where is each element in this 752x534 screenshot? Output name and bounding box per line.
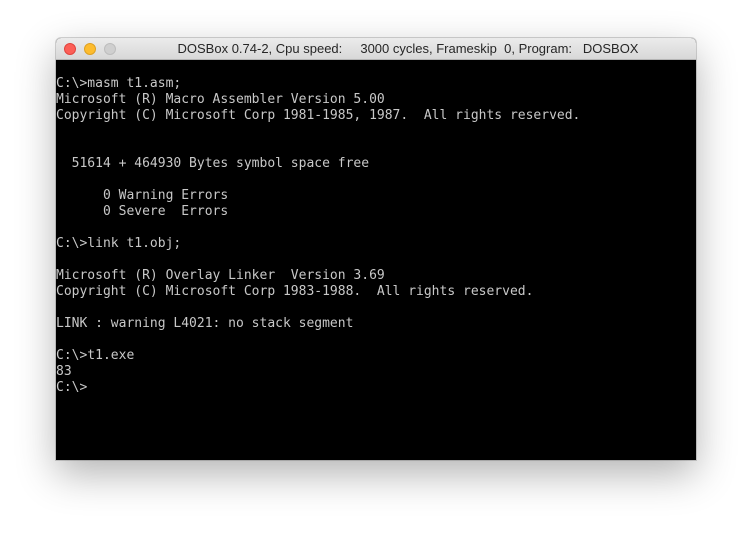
console-line: Copyright (C) Microsoft Corp 1983-1988. … — [56, 284, 534, 299]
console-line: C:\>masm t1.asm; — [56, 76, 182, 91]
dos-console-screen[interactable]: C:\>masm t1.asm; Microsoft (R) Macro Ass… — [56, 60, 696, 460]
console-line: 0 Warning Errors — [56, 188, 229, 203]
command-prompt-line[interactable]: C:\> — [56, 380, 696, 396]
close-button[interactable] — [64, 43, 76, 55]
zoom-button[interactable] — [104, 43, 116, 55]
console-line: Copyright (C) Microsoft Corp 1981-1985, … — [56, 108, 581, 123]
console-line: 0 Severe Errors — [56, 204, 229, 219]
console-line: C:\>t1.exe — [56, 348, 135, 363]
window-title: DOSBox 0.74-2, Cpu speed: 3000 cycles, F… — [177, 41, 639, 56]
console-line: C:\>link t1.obj; — [56, 236, 182, 251]
dosbox-window: DOSBox 0.74-2, Cpu speed: 3000 cycles, F… — [56, 38, 696, 460]
minimize-button[interactable] — [84, 43, 96, 55]
console-line: 83 — [56, 364, 72, 379]
console-line: 51614 + 464930 Bytes symbol space free — [56, 156, 370, 171]
title-bar[interactable]: DOSBox 0.74-2, Cpu speed: 3000 cycles, F… — [56, 38, 696, 60]
console-line: Microsoft (R) Macro Assembler Version 5.… — [56, 92, 385, 107]
console-line: Microsoft (R) Overlay Linker Version 3.6… — [56, 268, 385, 283]
console-line: LINK : warning L4021: no stack segment — [56, 316, 354, 331]
console-output: C:\>masm t1.asm; Microsoft (R) Macro Ass… — [56, 76, 696, 396]
